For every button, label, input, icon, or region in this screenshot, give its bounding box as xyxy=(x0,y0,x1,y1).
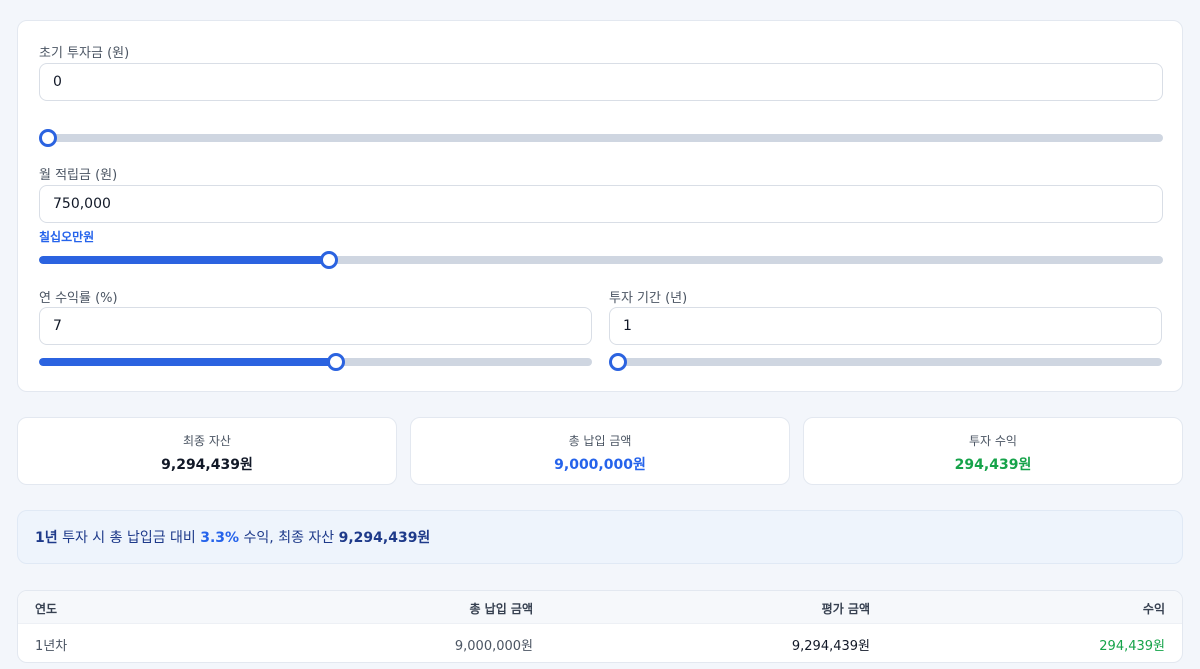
slider-thumb[interactable] xyxy=(326,353,345,371)
initial-investment-input[interactable]: 0 xyxy=(39,63,1163,101)
stat-value: 294,439원 xyxy=(954,457,1032,473)
table-header: 연도 총 납입 금액 평가 금액 수익 xyxy=(18,591,1182,624)
stat-card-final-asset: 최종 자산 9,294,439원 xyxy=(17,417,397,485)
investment-period-input[interactable]: 1 xyxy=(609,307,1162,345)
yearly-table: 연도 총 납입 금액 평가 금액 수익 1년차 9,000,000원 9,294… xyxy=(17,590,1183,663)
column-header-contributed: 총 납입 금액 xyxy=(469,602,533,616)
column-header-profit: 수익 xyxy=(1142,602,1165,616)
investment-period-label: 투자 기간 (년) xyxy=(609,291,688,306)
annual-rate-label: 연 수익률 (%) xyxy=(39,291,118,306)
investment-period-slider[interactable] xyxy=(609,353,1162,371)
summary-years: 1년 xyxy=(35,530,58,546)
stat-value: 9,000,000원 xyxy=(554,457,646,473)
cell-contributed: 9,000,000원 xyxy=(454,639,533,654)
slider-fill xyxy=(39,256,325,264)
stat-label: 총 납입 금액 xyxy=(568,434,632,448)
initial-investment-slider[interactable] xyxy=(39,129,1163,147)
cell-profit: 294,439원 xyxy=(1099,639,1165,654)
summary-text: 수익, 최종 자산 xyxy=(239,530,339,546)
stat-label: 최종 자산 xyxy=(183,434,231,448)
stat-card-total-contribution: 총 납입 금액 9,000,000원 xyxy=(410,417,790,485)
slider-thumb[interactable] xyxy=(609,353,627,371)
summary-final-asset: 9,294,439원 xyxy=(338,530,431,546)
annual-rate-input[interactable]: 7 xyxy=(39,307,592,345)
summary-text: 투자 시 총 납입금 대비 xyxy=(57,530,201,546)
column-header-value: 평가 금액 xyxy=(821,602,870,616)
monthly-contribution-input[interactable]: 750,000 xyxy=(39,185,1163,223)
annual-rate-slider[interactable] xyxy=(39,353,592,371)
monthly-contribution-slider[interactable] xyxy=(39,251,1163,269)
stat-value: 9,294,439원 xyxy=(161,457,253,473)
cell-year: 1년차 xyxy=(35,639,68,654)
column-header-year: 연도 xyxy=(35,602,58,616)
input-panel: 초기 투자금 (원) 0 월 적립금 (원) 750,000 칠십오만원 연 수… xyxy=(17,20,1183,392)
initial-investment-label: 초기 투자금 (원) xyxy=(39,46,130,61)
stat-card-investment-profit: 투자 수익 294,439원 xyxy=(803,417,1183,485)
monthly-contribution-label: 월 적립금 (원) xyxy=(39,168,118,183)
cell-value: 9,294,439원 xyxy=(791,639,870,654)
slider-thumb[interactable] xyxy=(39,129,57,147)
slider-thumb[interactable] xyxy=(319,251,338,269)
stat-label: 투자 수익 xyxy=(969,434,1017,448)
summary-banner: 1년 투자 시 총 납입금 대비 3.3% 수익, 최종 자산 9,294,43… xyxy=(17,510,1183,564)
monthly-contribution-korean-hint: 칠십오만원 xyxy=(39,230,95,244)
slider-fill xyxy=(39,358,337,366)
summary-percent: 3.3% xyxy=(200,530,240,546)
